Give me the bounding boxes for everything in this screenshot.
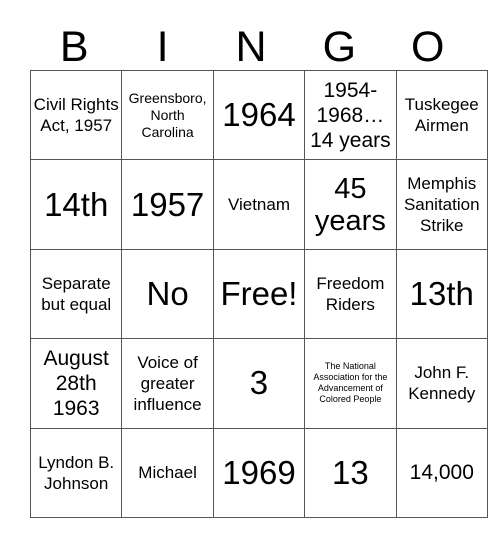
header-letter-g: G xyxy=(322,23,357,71)
bingo-cell-label: Tuskegee Airmen xyxy=(404,95,479,136)
bingo-cell-label: August 28th 1963 xyxy=(43,346,109,420)
bingo-cell-label: 14th xyxy=(44,185,109,223)
bingo-cell-g3[interactable]: Freedom Riders xyxy=(304,248,397,340)
bingo-cell-i5[interactable]: Michael xyxy=(121,427,214,518)
bingo-cell-b1[interactable]: Civil Rights Act, 1957 xyxy=(29,69,123,161)
bingo-cell-n4[interactable]: 3 xyxy=(212,338,306,429)
bingo-cell-g2[interactable]: 45 years xyxy=(304,159,397,250)
bingo-cell-label: 13 xyxy=(332,453,369,491)
bingo-row: 14th 1957 Vietnam 45 years Memphis Sanit… xyxy=(29,159,488,250)
header-letter-o: O xyxy=(411,23,445,71)
bingo-cell-o1[interactable]: Tuskegee Airmen xyxy=(395,69,488,161)
bingo-cell-g1[interactable]: 1954-1968… 14 years xyxy=(304,69,397,161)
bingo-cell-label: 1969 xyxy=(222,453,296,491)
bingo-cell-o4[interactable]: John F. Kennedy xyxy=(395,338,488,429)
bingo-cell-o5[interactable]: 14,000 xyxy=(395,427,488,518)
bingo-cell-b5[interactable]: Lyndon B. Johnson xyxy=(29,427,123,518)
bingo-cell-label: 3 xyxy=(249,364,269,402)
bingo-cell-label: 1954-1968… 14 years xyxy=(310,78,391,152)
bingo-row: August 28th 1963 Voice of greater influe… xyxy=(29,338,488,429)
bingo-cell-label: 1957 xyxy=(130,185,205,223)
bingo-row: Civil Rights Act, 1957 Greensboro, North… xyxy=(29,69,488,161)
bingo-row: Lyndon B. Johnson Michael 1969 13 14,000 xyxy=(29,427,488,518)
bingo-cell-n5[interactable]: 1969 xyxy=(212,427,306,518)
bingo-cell-label: No xyxy=(146,274,189,312)
bingo-cell-i4[interactable]: Voice of greater influence xyxy=(121,338,214,429)
bingo-cell-label: John F. Kennedy xyxy=(408,363,476,404)
bingo-cell-b2[interactable]: 14th xyxy=(29,159,123,250)
bingo-cell-label: 13th xyxy=(409,274,474,312)
bingo-cell-label: Separate but equal xyxy=(41,273,112,314)
bingo-cell-i3[interactable]: No xyxy=(121,248,214,340)
bingo-cell-label: Lyndon B. Johnson xyxy=(38,452,115,493)
bingo-cell-n1[interactable]: 1964 xyxy=(212,69,306,161)
bingo-cell-n2[interactable]: Vietnam xyxy=(212,159,306,250)
bingo-grid: Civil Rights Act, 1957 Greensboro, North… xyxy=(29,69,488,518)
bingo-cell-o3[interactable]: 13th xyxy=(395,248,488,340)
bingo-cell-free-space[interactable]: Free! xyxy=(212,248,306,340)
bingo-cell-label: Free! xyxy=(220,274,298,312)
bingo-cell-i1[interactable]: Greensboro, North Carolina xyxy=(121,69,214,161)
bingo-cell-label: Freedom Riders xyxy=(316,273,385,314)
bingo-cell-label: Civil Rights Act, 1957 xyxy=(33,95,119,136)
bingo-cell-label: Michael xyxy=(138,463,197,483)
bingo-card: B I N G O Civil Rights Act, 1957 Greensb… xyxy=(29,12,488,518)
bingo-cell-g4[interactable]: The National Association for the Advance… xyxy=(304,338,397,429)
bingo-cell-label: Voice of greater influence xyxy=(133,352,202,414)
bingo-cell-label: 14,000 xyxy=(409,461,474,485)
bingo-cell-i2[interactable]: 1957 xyxy=(121,159,214,250)
bingo-cell-label: Vietnam xyxy=(227,195,290,215)
bingo-cell-b4[interactable]: August 28th 1963 xyxy=(29,338,123,429)
bingo-cell-b3[interactable]: Separate but equal xyxy=(29,248,123,340)
header-letter-i: I xyxy=(156,23,169,71)
bingo-cell-o2[interactable]: Memphis Sanitation Strike xyxy=(395,159,488,250)
bingo-header-row: B I N G O xyxy=(30,12,472,70)
bingo-row: Separate but equal No Free! Freedom Ride… xyxy=(29,248,488,340)
bingo-cell-label: Greensboro, North Carolina xyxy=(128,89,207,140)
bingo-cell-label: 1964 xyxy=(222,96,296,134)
bingo-cell-g5[interactable]: 13 xyxy=(304,427,397,518)
header-letter-n: N xyxy=(235,23,267,71)
header-letter-b: B xyxy=(59,23,89,71)
bingo-cell-label: The National Association for the Advance… xyxy=(313,361,388,405)
bingo-cell-label: 45 years xyxy=(314,172,386,237)
bingo-cell-label: Memphis Sanitation Strike xyxy=(403,174,480,236)
